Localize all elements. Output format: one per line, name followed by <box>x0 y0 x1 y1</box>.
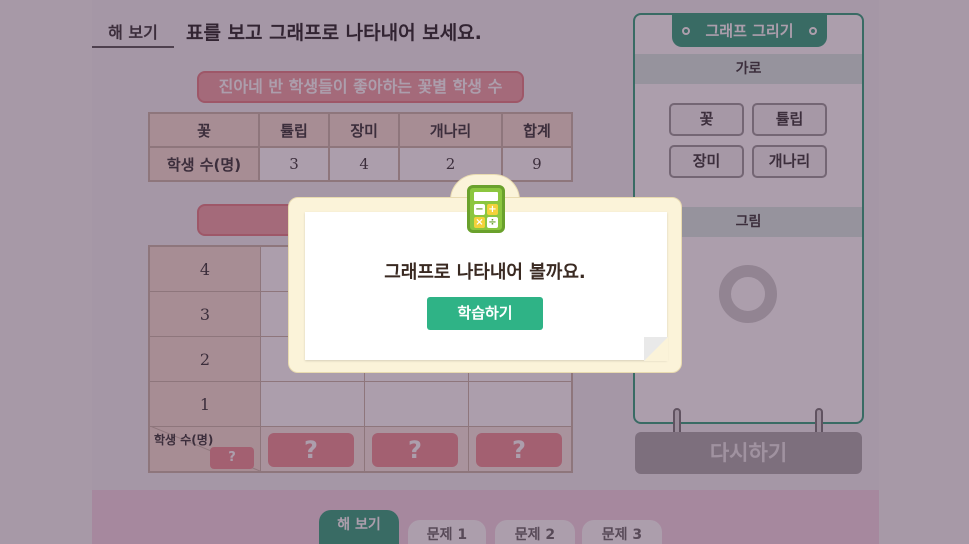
modal-card <box>305 212 668 361</box>
calculator-icon: − + × ÷ <box>467 185 505 233</box>
learn-button[interactable]: 학습하기 <box>427 297 543 330</box>
modal-message: 그래프로 나타내어 볼까요. <box>384 262 586 283</box>
page-fold <box>644 337 668 361</box>
